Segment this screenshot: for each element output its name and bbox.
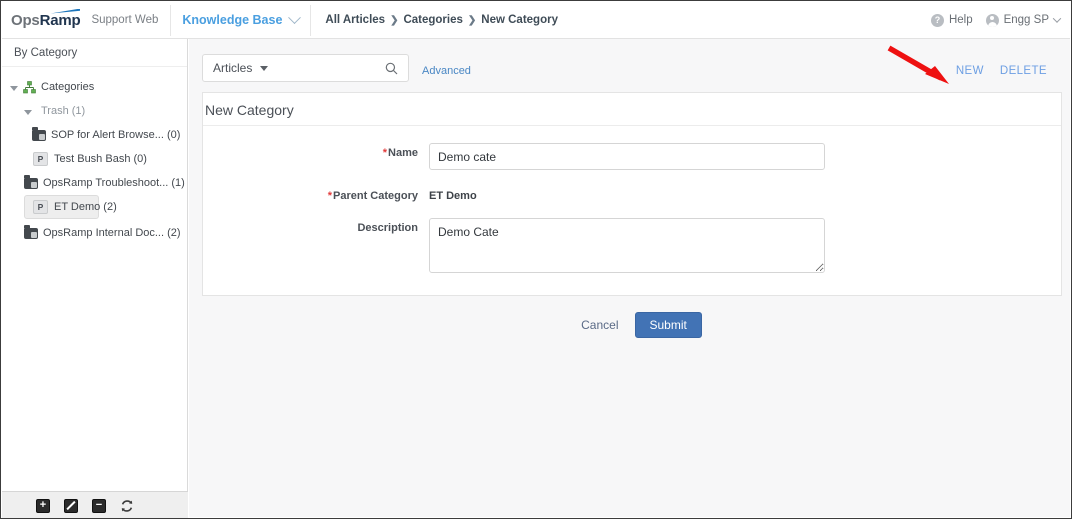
- sidebar-footer-toolbar: + −: [2, 491, 188, 518]
- user-menu[interactable]: Engg SP: [985, 13, 1062, 27]
- product-tab-label: Knowledge Base: [182, 13, 283, 27]
- main-content: Articles Advanced NEW DELETE New Categor…: [189, 39, 1070, 517]
- logo-text-ops: Ops: [11, 11, 40, 29]
- sidebar-item-label: SOP for Alert Browse... (0): [51, 129, 181, 141]
- breadcrumb-separator-icon: ❯: [467, 14, 477, 26]
- new-button[interactable]: NEW: [956, 65, 984, 77]
- submit-button[interactable]: Submit: [634, 312, 702, 338]
- parent-category-value: ET Demo: [429, 190, 477, 202]
- opsramp-logo[interactable]: OpsRamp: [11, 8, 81, 29]
- category-tree: Categories Trash (1) SOP for Alert Brows…: [2, 67, 187, 245]
- sidebar-item-test-bush-bash[interactable]: P Test Bush Bash (0): [2, 147, 187, 171]
- chevron-down-icon: [1052, 14, 1062, 23]
- description-control: [429, 218, 1061, 273]
- sidebar-item-sop-for-alert-browser[interactable]: SOP for Alert Browse... (0): [2, 123, 187, 147]
- page-title: New Category: [203, 93, 1061, 126]
- new-category-form: *Name *Parent Category ET Demo: [203, 126, 1061, 295]
- content-toolbar: Articles Advanced NEW DELETE: [202, 53, 1061, 83]
- breadcrumb-item-all-articles[interactable]: All Articles: [325, 14, 385, 26]
- header-actions: ? Help Engg SP: [930, 13, 1062, 27]
- minus-square-icon: −: [95, 499, 103, 511]
- sidebar-item-et-demo[interactable]: P ET Demo (2): [24, 195, 117, 219]
- sidebar-item-opsramp-troubleshooting[interactable]: OpsRamp Troubleshoot... (1): [2, 171, 187, 195]
- name-label-text: Name: [388, 147, 418, 159]
- sitemap-icon: [23, 80, 36, 94]
- add-button[interactable]: +: [36, 498, 50, 513]
- description-label: Description: [203, 218, 429, 234]
- delete-button[interactable]: DELETE: [1000, 65, 1047, 77]
- search-scope-dropdown[interactable]: Articles: [213, 61, 269, 75]
- sidebar-item-label: OpsRamp Internal Doc... (2): [43, 227, 181, 239]
- refresh-button[interactable]: [120, 499, 134, 513]
- app-window: OpsRamp Support Web Knowledge Base All A…: [0, 0, 1072, 519]
- help-button[interactable]: ? Help: [930, 13, 973, 27]
- user-circle-icon: [985, 13, 999, 27]
- chevron-down-icon: [260, 65, 269, 71]
- search-scope-label: Articles: [213, 61, 253, 75]
- product-tab-knowledge-base[interactable]: Knowledge Base: [170, 4, 312, 36]
- user-name-label: Engg SP: [1003, 14, 1049, 26]
- name-input[interactable]: [429, 143, 825, 170]
- required-asterisk: *: [327, 190, 333, 202]
- form-row-description: Description: [203, 218, 1061, 273]
- sidebar-item-opsramp-internal-docs[interactable]: OpsRamp Internal Doc... (2): [2, 221, 187, 245]
- search-input[interactable]: [276, 60, 381, 76]
- page-icon: P: [33, 152, 48, 166]
- toolbar-actions: NEW DELETE: [956, 65, 1047, 77]
- support-web-label: Support Web: [91, 14, 159, 26]
- category-sidebar: By Category Categories Trash (1) SOP for…: [2, 39, 188, 518]
- search-icon[interactable]: [385, 62, 398, 75]
- form-row-name: *Name: [203, 143, 1061, 170]
- sidebar-item-label: ET Demo (2): [54, 201, 117, 213]
- sidebar-item-label: Categories: [41, 81, 95, 93]
- form-row-parent-category: *Parent Category ET Demo: [203, 186, 1061, 202]
- sidebar-item-label: OpsRamp Troubleshoot... (1): [43, 177, 185, 189]
- sidebar-item-categories[interactable]: Categories: [2, 75, 187, 99]
- required-asterisk: *: [382, 147, 388, 159]
- sidebar-item-label: Test Bush Bash (0): [54, 153, 147, 165]
- chevron-down-icon: [288, 10, 302, 24]
- advanced-search-link[interactable]: Advanced: [422, 65, 471, 77]
- cancel-button[interactable]: Cancel: [579, 314, 620, 336]
- edit-button[interactable]: [64, 498, 78, 513]
- top-header: OpsRamp Support Web Knowledge Base All A…: [2, 2, 1070, 39]
- description-label-text: Description: [357, 222, 418, 234]
- folder-icon: [24, 224, 38, 239]
- breadcrumb-separator-icon: ❯: [390, 14, 399, 26]
- plus-square-icon: +: [39, 499, 47, 511]
- form-actions: Cancel Submit: [202, 312, 1061, 338]
- twisty-expanded-icon[interactable]: [24, 107, 33, 116]
- search-box[interactable]: Articles: [202, 54, 409, 82]
- breadcrumb-item-categories[interactable]: Categories: [403, 14, 462, 26]
- help-label: Help: [948, 14, 973, 26]
- name-control: [429, 143, 1061, 170]
- breadcrumb: All Articles ❯ Categories ❯ New Category: [325, 14, 558, 26]
- parent-category-control: ET Demo: [429, 186, 1061, 202]
- parent-category-label: *Parent Category: [203, 186, 429, 202]
- sidebar-item-trash[interactable]: Trash (1): [2, 99, 187, 123]
- delete-button[interactable]: −: [92, 498, 106, 513]
- page-icon: P: [33, 200, 48, 214]
- logo-text-ramp: Ramp: [39, 11, 81, 29]
- sidebar-item-label: Trash (1): [41, 105, 86, 117]
- breadcrumb-item-new-category[interactable]: New Category: [481, 14, 558, 26]
- folder-icon: [24, 174, 38, 189]
- description-textarea[interactable]: [429, 218, 825, 273]
- twisty-expanded-icon[interactable]: [10, 83, 19, 92]
- name-label: *Name: [203, 143, 429, 159]
- new-category-card: New Category *Name *Parent Category E: [202, 92, 1062, 296]
- refresh-icon: [121, 499, 133, 512]
- folder-icon: [32, 126, 46, 141]
- sidebar-title: By Category: [2, 39, 187, 67]
- question-circle-icon: ?: [930, 13, 944, 27]
- parent-category-label-text: Parent Category: [333, 190, 418, 202]
